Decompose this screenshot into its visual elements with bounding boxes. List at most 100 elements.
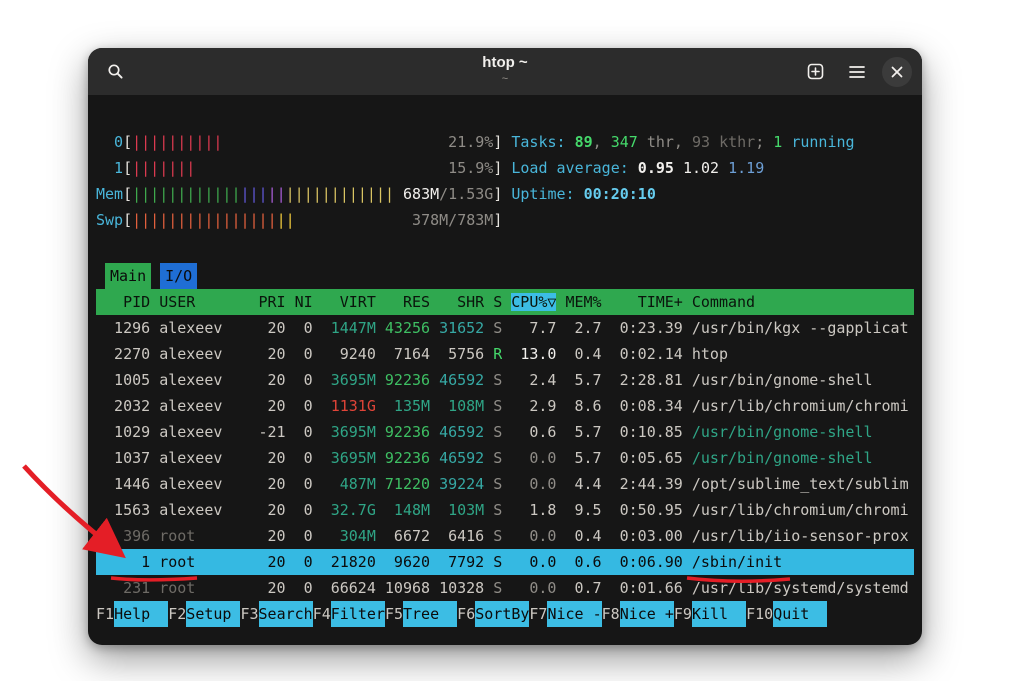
cell-user: root xyxy=(159,549,249,575)
cell-shr: 46592 xyxy=(430,419,484,445)
cell-cpu: 1.8 xyxy=(502,497,556,523)
column-header-mem[interactable]: MEM% xyxy=(556,289,601,315)
process-row-pid-1029[interactable]: 1029alexeev-2103695M9223646592S0.65.70:1… xyxy=(96,419,914,445)
process-row-pid-1446[interactable]: 1446alexeev200487M7122039224S0.04.42:44.… xyxy=(96,471,914,497)
cell-virt: 304M xyxy=(313,523,376,549)
column-header-command[interactable]: Command xyxy=(692,289,914,315)
fkey-number: F4 xyxy=(313,601,331,627)
process-row-pid-2032[interactable]: 2032alexeev2001131G135M108MS2.98.60:08.3… xyxy=(96,393,914,419)
tab-main[interactable]: Main xyxy=(105,263,151,289)
column-header-user[interactable]: USER xyxy=(159,289,249,315)
column-header-pri[interactable]: PRI xyxy=(249,289,285,315)
meter-open-bracket: [ xyxy=(123,155,132,181)
cell-pri: 20 xyxy=(249,315,285,341)
fkey-f9[interactable]: F9Kill xyxy=(674,601,746,627)
cell-s: S xyxy=(484,575,502,601)
process-row-pid-1037[interactable]: 1037alexeev2003695M9223646592S0.05.70:05… xyxy=(96,445,914,471)
meter-bar-segment: |||||||||||| xyxy=(286,185,394,203)
cell-shr: 6416 xyxy=(430,523,484,549)
cell-cmd: /usr/bin/gnome-shell xyxy=(692,419,914,445)
process-row-pid-231[interactable]: 231root200666241096810328S0.00.70:01.66/… xyxy=(96,575,914,601)
fkey-number: F1 xyxy=(96,601,114,627)
cell-ni: 0 xyxy=(286,549,313,575)
cell-pid: 231 xyxy=(96,575,150,601)
fkey-number: F3 xyxy=(240,601,258,627)
headerbar-controls xyxy=(798,55,912,89)
cell-shr: 46592 xyxy=(430,367,484,393)
column-header-pid[interactable]: PID xyxy=(96,289,150,315)
tasks-line: Tasks: 89, 347 thr, 93 kthr; 1 running xyxy=(511,129,854,155)
tasks-line-text: ; xyxy=(755,133,773,151)
fkey-action-label: Nice + xyxy=(620,601,674,627)
cell-user: alexeev xyxy=(159,471,249,497)
cell-res: 43256 xyxy=(376,315,430,341)
fkey-f10[interactable]: F10Quit xyxy=(746,601,827,627)
column-header-ni[interactable]: NI xyxy=(286,289,313,315)
cell-user: alexeev xyxy=(159,393,249,419)
column-header-res[interactable]: RES xyxy=(376,289,430,315)
tasks-line-text: 93 xyxy=(692,133,710,151)
search-button[interactable] xyxy=(98,55,132,89)
column-header-time[interactable]: TIME+ xyxy=(602,289,683,315)
meter-label: Swp xyxy=(96,207,123,233)
cell-cmd: /opt/sublime_text/sublim xyxy=(692,471,914,497)
cell-mem: 9.5 xyxy=(556,497,601,523)
fkey-action-label: Setup xyxy=(186,601,240,627)
fkey-f3[interactable]: F3Search xyxy=(240,601,312,627)
window-title: htop ~ xyxy=(482,53,527,73)
cell-pri: 20 xyxy=(249,575,285,601)
cell-pri: 20 xyxy=(249,445,285,471)
fkey-f8[interactable]: F8Nice + xyxy=(602,601,674,627)
window-headerbar[interactable]: htop ~ ~ xyxy=(88,48,922,95)
fkey-action-label: Tree xyxy=(403,601,457,627)
cell-time: 0:06.90 xyxy=(602,549,683,575)
close-button-circle xyxy=(882,57,912,87)
process-row-pid-396[interactable]: 396root200304M66726416S0.00.40:03.00/usr… xyxy=(96,523,914,549)
column-header-cpu[interactable]: CPU%▽ xyxy=(502,289,556,315)
cell-ni: 0 xyxy=(286,523,313,549)
process-row-pid-1[interactable]: 1root2002182096207792S0.00.60:06.90/sbin… xyxy=(96,549,914,575)
close-button[interactable] xyxy=(882,57,912,87)
meter-cpu0: 0[||||||||||21.9%] xyxy=(96,129,502,155)
cell-user: alexeev xyxy=(159,445,249,471)
new-tab-button[interactable] xyxy=(798,55,832,89)
new-tab-icon xyxy=(807,63,824,80)
uptime-line-text: Uptime: xyxy=(511,185,583,203)
column-header-shr[interactable]: SHR xyxy=(430,289,484,315)
process-table: 1296alexeev2001447M4325631652S7.72.70:23… xyxy=(96,315,914,601)
fkey-f1[interactable]: F1Help xyxy=(96,601,168,627)
menu-button[interactable] xyxy=(840,55,874,89)
fkey-action-label: Kill xyxy=(692,601,746,627)
cell-virt: 3695M xyxy=(313,445,376,471)
column-header-cpu-label: CPU% xyxy=(511,293,547,311)
cell-cpu: 0.0 xyxy=(502,575,556,601)
cell-virt: 9240 xyxy=(313,341,376,367)
cell-pri: -21 xyxy=(249,419,285,445)
fkey-f7[interactable]: F7Nice - xyxy=(529,601,601,627)
meter-bar-segment: ||| xyxy=(240,185,267,203)
cell-user: alexeev xyxy=(159,367,249,393)
process-row-pid-1005[interactable]: 1005alexeev2003695M9223646592S2.45.72:28… xyxy=(96,367,914,393)
fkey-f5[interactable]: F5Tree xyxy=(385,601,457,627)
cell-pid: 1005 xyxy=(96,367,150,393)
fkey-f4[interactable]: F4Filter xyxy=(313,601,385,627)
process-row-pid-1563[interactable]: 1563alexeev20032.7G148M103MS1.89.50:50.9… xyxy=(96,497,914,523)
fkey-number: F2 xyxy=(168,601,186,627)
meter-value: 378M/783M xyxy=(412,207,493,233)
load-average-line-text: Load average: xyxy=(511,159,637,177)
process-row-pid-1296[interactable]: 1296alexeev2001447M4325631652S7.72.70:23… xyxy=(96,315,914,341)
meter-value-text: 15.9% xyxy=(448,159,493,177)
fkey-f2[interactable]: F2Setup xyxy=(168,601,240,627)
cell-cmd: /usr/lib/chromium/chromi xyxy=(692,497,914,523)
tab-io[interactable]: I/O xyxy=(160,263,197,289)
meter-bar-fill: |||||||||||||||||| xyxy=(132,207,295,233)
cell-pid: 2270 xyxy=(96,341,150,367)
cell-time: 2:28.81 xyxy=(602,367,683,393)
cell-res: 71220 xyxy=(376,471,430,497)
process-row-pid-2270[interactable]: 2270alexeev200924071645756R13.00.40:02.1… xyxy=(96,341,914,367)
fkey-f6[interactable]: F6SortBy xyxy=(457,601,529,627)
column-header-virt[interactable]: VIRT xyxy=(313,289,376,315)
sort-column-highlight: CPU%▽ xyxy=(511,293,556,311)
column-header-state[interactable]: S xyxy=(484,289,502,315)
cell-s: S xyxy=(484,497,502,523)
